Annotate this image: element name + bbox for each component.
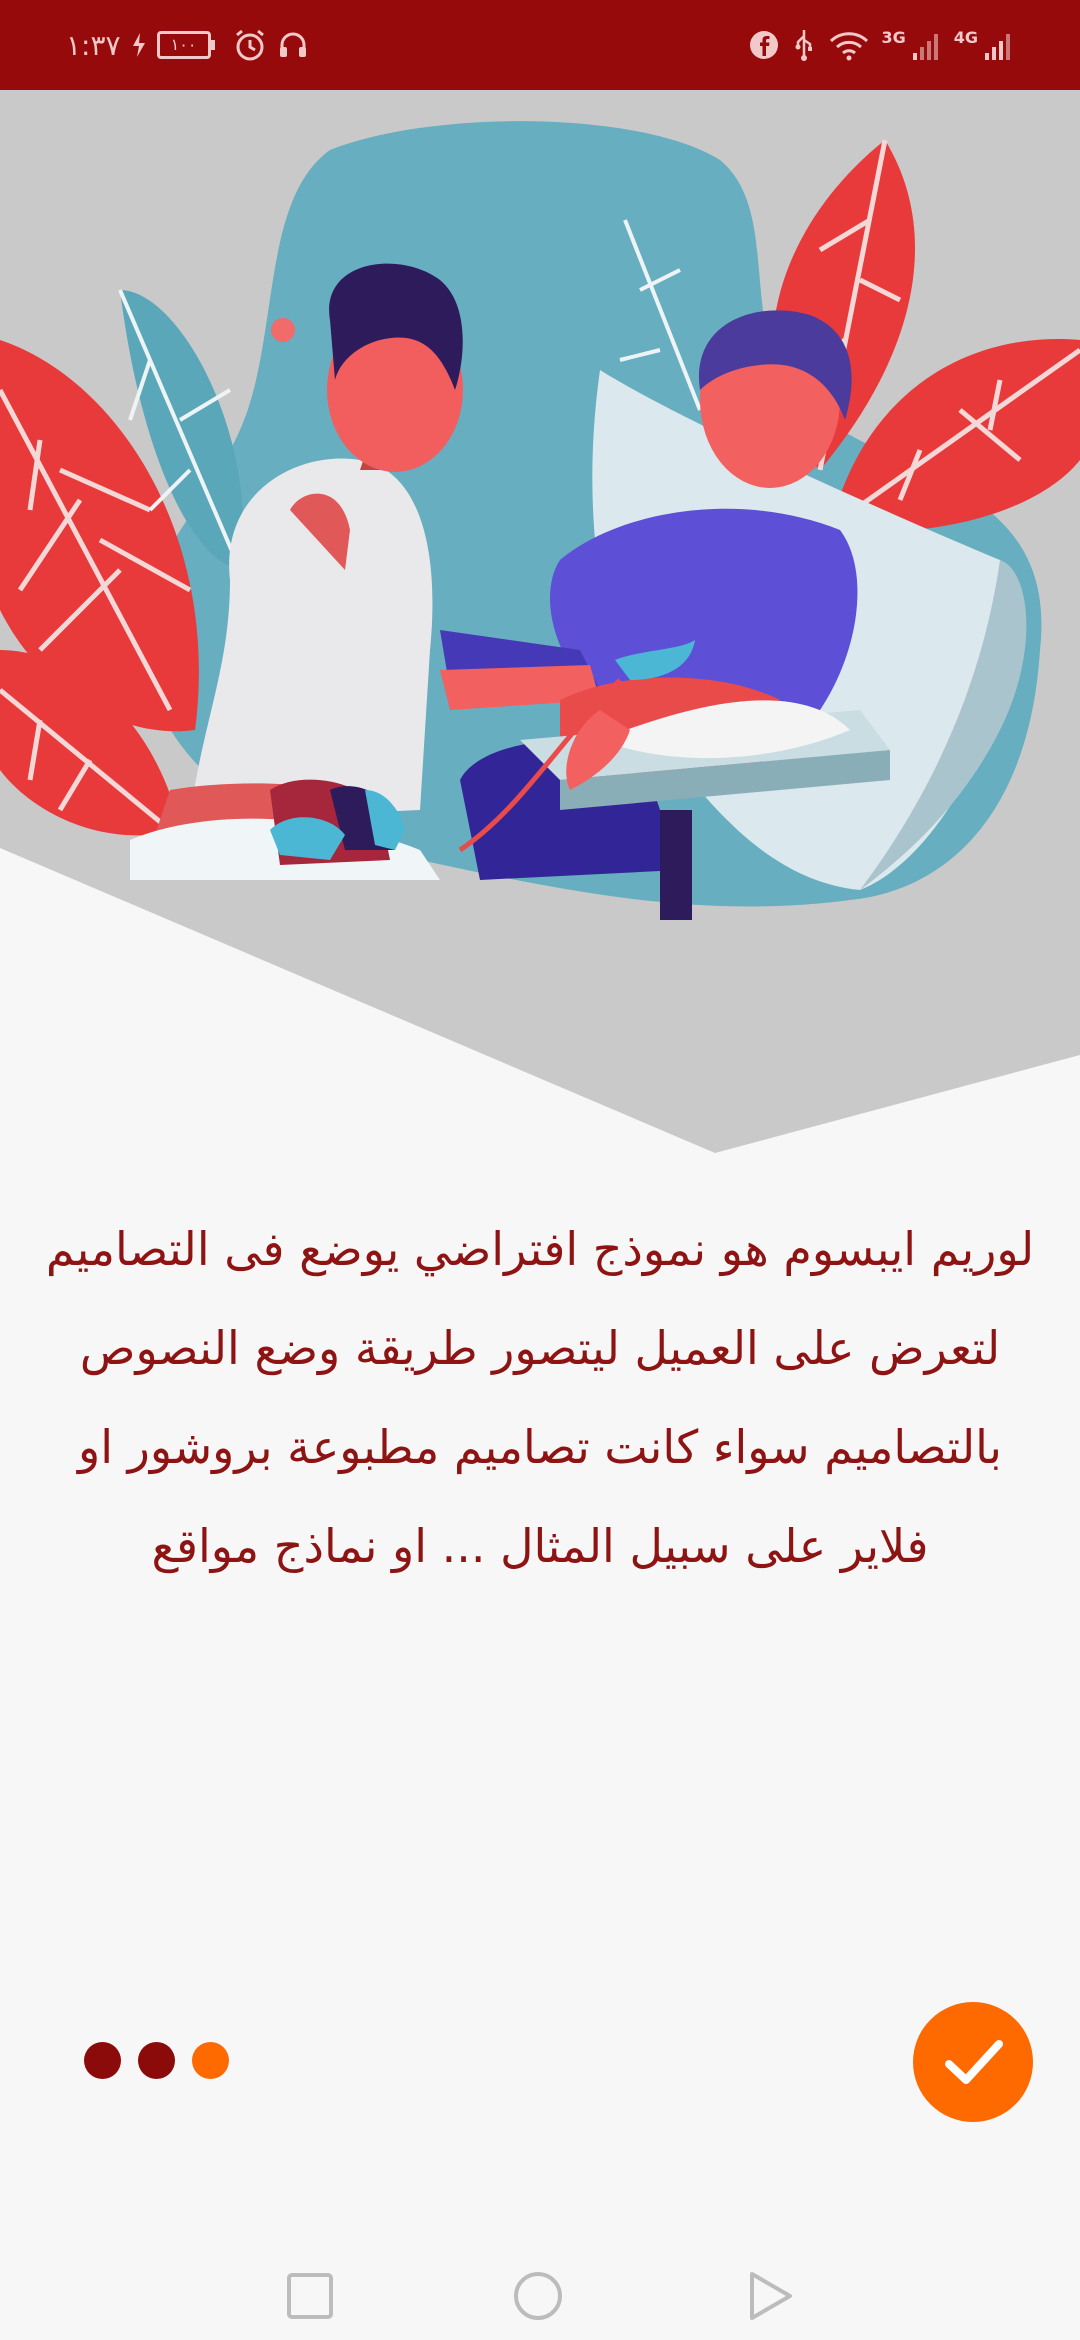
signal-3g-icon	[912, 29, 942, 61]
blood-donation-illustration	[0, 90, 1080, 1153]
network-4g-label: 4G	[953, 27, 978, 47]
hero-illustration	[0, 90, 1080, 1155]
headphones-icon	[277, 29, 309, 61]
status-left-group: ١:٣٧ ١٠٠	[66, 22, 309, 68]
page-dot-1[interactable]	[84, 2042, 121, 2079]
signal-4g-icon	[984, 29, 1014, 61]
page-dot-3-active[interactable]	[192, 2042, 229, 2079]
system-nav-bar	[0, 2252, 1080, 2340]
status-bar: ١:٣٧ ١٠٠ 3G 4G	[0, 0, 1080, 90]
wifi-icon	[829, 29, 869, 61]
facebook-icon	[749, 30, 779, 60]
network-3g-label: 3G	[881, 27, 906, 47]
onboarding-description: لوريم ايبسوم هو نموذج افتراضي يوضع فى ال…	[45, 1222, 1035, 1573]
back-triangle-icon[interactable]	[744, 2270, 796, 2322]
status-time: ١:٣٧	[66, 28, 121, 62]
charging-bolt-icon	[131, 32, 147, 58]
status-right-group: 3G 4G	[749, 22, 1014, 68]
done-button[interactable]	[913, 2002, 1033, 2122]
checkmark-icon	[945, 2040, 1003, 2084]
battery-icon: ١٠٠	[156, 31, 215, 59]
home-circle-icon[interactable]	[512, 2270, 564, 2322]
battery-level: ١٠٠	[170, 35, 197, 54]
page-indicator	[84, 2042, 229, 2079]
recents-square-icon[interactable]	[284, 2270, 336, 2322]
usb-icon	[791, 28, 817, 62]
page-dot-2[interactable]	[138, 2042, 175, 2079]
alarm-icon	[233, 28, 267, 62]
